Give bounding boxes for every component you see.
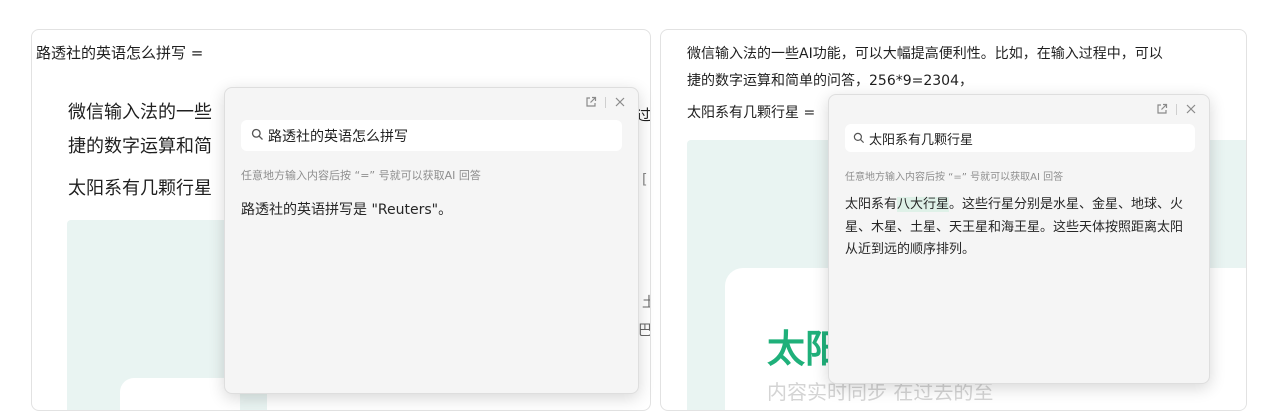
popup-toolbar — [1156, 103, 1197, 115]
close-icon[interactable] — [614, 96, 626, 108]
popup-answer: 路透社的英语拼写是 "Reuters"。 — [241, 202, 453, 218]
search-icon — [853, 129, 865, 148]
popup-toolbar — [585, 96, 626, 108]
ai-answer-popup: 任意地方输入内容后按 “=” 号就可以获取AI 回答 太阳系有八大行星。这些行星… — [828, 94, 1210, 384]
answer-highlight: 八大行星 — [897, 197, 950, 212]
popup-search-box[interactable] — [241, 120, 622, 151]
embedded-card — [120, 378, 240, 410]
doc-body-line: 微信输入法的一些 — [68, 102, 212, 123]
popup-hint: 任意地方输入内容后按 “=” 号就可以获取AI 回答 — [845, 172, 1064, 183]
close-icon[interactable] — [1185, 103, 1197, 115]
ai-answer-popup: 任意地方输入内容后按 “=” 号就可以获取AI 回答 路透社的英语拼写是 "Re… — [224, 87, 639, 394]
doc-edge-text: 土 — [642, 292, 650, 312]
doc-body-line: 捷的数字运算和简 — [68, 136, 212, 157]
popup-search-box[interactable] — [845, 124, 1195, 152]
popup-search-input[interactable] — [268, 127, 622, 144]
doc-query-line[interactable]: 太阳系有几颗行星 = — [687, 102, 815, 122]
doc-query-line[interactable]: 路透社的英语怎么拼写 = — [36, 42, 203, 63]
search-icon — [251, 126, 264, 145]
popup-hint: 任意地方输入内容后按 “=” 号就可以获取AI 回答 — [241, 169, 481, 182]
popup-search-input[interactable] — [869, 130, 1195, 146]
open-external-icon[interactable] — [585, 96, 597, 108]
popup-answer: 太阳系有八大行星。这些行星分别是水星、金星、地球、火星、木星、土星、天王星和海王… — [845, 194, 1195, 262]
answer-text: 太阳系有 — [845, 197, 898, 212]
toolbar-divider — [605, 96, 606, 108]
doc-edge-text: 巴 — [638, 323, 651, 339]
doc-body-line: 太阳系有几颗行星 — [68, 178, 212, 199]
toolbar-divider — [1176, 103, 1177, 115]
doc-body-line: 捷的数字运算和简单的问答，256*9=2304， — [687, 73, 973, 89]
open-external-icon[interactable] — [1156, 103, 1168, 115]
doc-edge-text: [ — [642, 172, 648, 188]
doc-body-line: 微信输入法的一些AI功能，可以大幅提高便利性。比如，在输入过程中，可以 — [687, 46, 1163, 62]
